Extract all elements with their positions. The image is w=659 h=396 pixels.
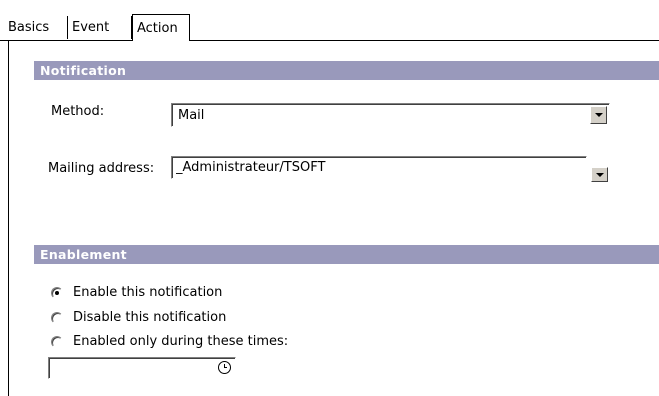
times-input[interactable] — [48, 357, 236, 379]
panel-border — [8, 41, 9, 396]
tab-event[interactable]: Event — [68, 16, 132, 39]
method-label: Method: — [51, 104, 105, 119]
method-dropdown-button[interactable] — [590, 106, 607, 124]
chevron-down-icon — [596, 173, 604, 177]
tab-bar: Basics Event Action — [0, 0, 659, 42]
enablement-section-header: Enablement — [34, 245, 659, 264]
tab-action[interactable]: Action — [132, 14, 190, 41]
enabled-times-radio[interactable] — [51, 336, 63, 348]
enable-notification-radio[interactable] — [51, 287, 63, 299]
method-select[interactable]: Mail — [171, 103, 610, 127]
enable-notification-label: Enable this notification — [73, 285, 223, 300]
notification-section-header: Notification — [34, 61, 659, 80]
mailing-address-input[interactable] — [171, 156, 587, 179]
mailing-address-label: Mailing address: — [48, 161, 155, 176]
clock-icon[interactable] — [218, 361, 231, 374]
chevron-down-icon — [595, 113, 603, 117]
disable-notification-radio[interactable] — [51, 312, 63, 324]
enabled-times-label: Enabled only during these times: — [73, 334, 289, 349]
disable-notification-label: Disable this notification — [73, 310, 227, 325]
method-select-value: Mail — [178, 108, 205, 123]
mailing-address-dropdown-button[interactable] — [591, 167, 608, 182]
tab-basics[interactable]: Basics — [4, 16, 68, 39]
